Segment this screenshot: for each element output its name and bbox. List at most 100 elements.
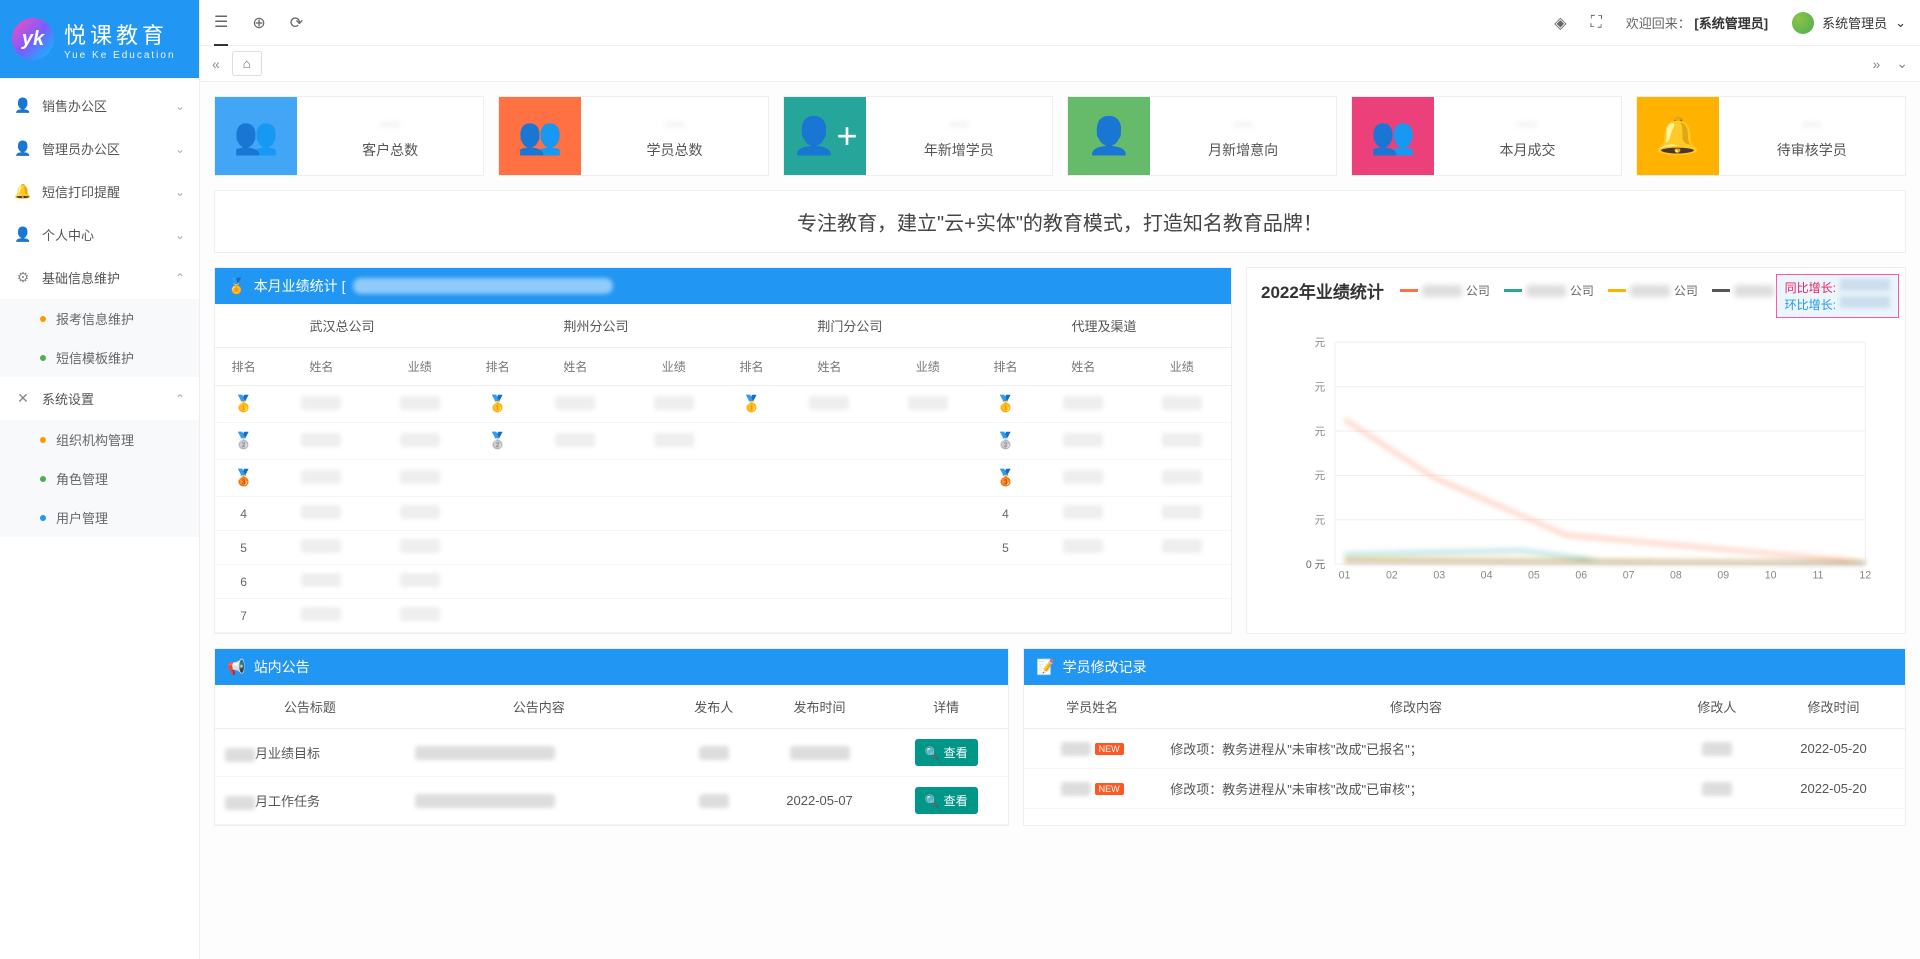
bullhorn-icon: 📢 [227,658,246,676]
table-row: 55 [215,531,1231,565]
col-header: 业绩 [625,348,723,386]
tag-icon[interactable]: ◈ [1554,13,1566,33]
nav: 👤 销售办公区 ⌄ 👤 管理员办公区 ⌄ 🔔 短信打印提醒 ⌄ 👤 个人中心 ⌄… [0,78,199,959]
performance-panel: 🏅 本月业绩统计 [ 武汉总公司荆州分公司荆门分公司代理及渠道 排名姓名业绩排名… [214,267,1232,634]
company-header: 武汉总公司 [215,304,469,348]
new-badge: NEW [1095,783,1124,795]
nav-sub-user[interactable]: 用户管理 [40,498,199,537]
col-header: 公告标题 [215,685,405,729]
rank-cell: 🥇 [723,386,780,423]
company-header: 荆门分公司 [723,304,977,348]
stat-icon: 👤+ [784,97,866,175]
name-cell [1034,423,1132,460]
svg-text:09: 09 [1717,570,1729,582]
nav-baseinfo[interactable]: ⚙ 基础信息维护 ⌃ [0,256,199,299]
stat-card[interactable]: 👥 --- 学员总数 [498,96,768,176]
name-cell [272,497,370,531]
brand-logo[interactable]: yk 悦课教育 Yue Ke Education [0,0,199,78]
nav-label: 系统设置 [42,389,94,408]
menu-toggle-icon[interactable]: ☰ [214,12,228,46]
nav-system[interactable]: ✕ 系统设置 ⌃ [0,377,199,420]
rank-cell: 🥉 [977,460,1034,497]
chevron-down-icon: ⌄ [1895,15,1906,31]
nav-sub-exam-info[interactable]: 报考信息维护 [40,299,199,338]
legend-item[interactable]: 公司 [1400,282,1490,299]
svg-text:04: 04 [1481,570,1493,582]
brand-name-en: Yue Ke Education [64,50,176,61]
nav-label: 销售办公区 [42,96,107,115]
col-header: 排名 [469,348,526,386]
chevron-up-icon: ⌃ [175,392,185,406]
tab-menu-icon[interactable]: ⌄ [1892,51,1912,76]
nav-sub-sms-template[interactable]: 短信模板维护 [40,338,199,377]
rank-cell: 5 [977,531,1034,565]
stat-label: 年新增学员 [924,140,994,160]
ann-content [405,729,673,777]
legend-label: 公司 [1570,282,1594,299]
tab-home[interactable]: ⌂ [232,51,262,76]
legend-item[interactable]: 公司 [1608,282,1698,299]
user-menu[interactable]: 系统管理员 ⌄ [1792,12,1906,34]
stat-card[interactable]: 👥 --- 客户总数 [214,96,484,176]
chart-area: 元元元元元 010203040506070809101112 0 元 [1247,313,1905,613]
user-icon: 👤 [14,140,32,157]
trophy-icon: 🏅 [227,277,246,295]
table-row: 🥇🥇🥇🥇 [215,386,1231,423]
new-badge: NEW [1095,743,1124,755]
nav-label: 个人中心 [42,225,94,244]
nav-profile[interactable]: 👤 个人中心 ⌄ [0,213,199,256]
svg-text:01: 01 [1339,570,1351,582]
nav-sms[interactable]: 🔔 短信打印提醒 ⌄ [0,170,199,213]
nav-sub-role[interactable]: 角色管理 [40,459,199,498]
svg-text:元: 元 [1315,337,1326,349]
rank-cell: 🥇 [977,386,1034,423]
view-button[interactable]: 🔍查看 [915,787,978,814]
col-header: 业绩 [371,348,469,386]
stat-icon: 👤 [1068,97,1150,175]
chart-panel: 同比增长: 环比增长: 2022年业绩统计 公司公司公司道 [1246,267,1906,634]
name-cell [1034,460,1132,497]
stat-label: 学员总数 [646,140,702,160]
nav-sub-org[interactable]: 组织机构管理 [40,420,199,459]
fullscreen-icon[interactable]: ⛶ [1591,14,1602,32]
growth-box: 同比增长: 环比增长: [1776,274,1899,318]
sliders-icon: ✕ [14,390,32,407]
refresh-icon[interactable]: ⟳ [290,13,303,33]
svg-text:03: 03 [1433,570,1445,582]
log-panel: 📝 学员修改记录 学员姓名修改内容修改人修改时间 NEW 修改项：教务进程从"未… [1023,648,1906,826]
nav-admin[interactable]: 👤 管理员办公区 ⌄ [0,127,199,170]
name-cell [272,460,370,497]
stat-card[interactable]: 👤+ --- 年新增学员 [783,96,1053,176]
log-content: 修改项：教务进程从"未审核"改成"已审核"； [1160,769,1672,809]
tab-prev-icon[interactable]: « [208,52,224,76]
globe-icon[interactable]: ⊕ [252,13,265,33]
stat-icon: 👥 [1352,97,1434,175]
perf-cell [1133,423,1232,460]
stat-value: --- [949,113,969,136]
perf-cell [371,497,469,531]
chevron-down-icon: ⌄ [175,99,185,113]
stat-label: 月新增意向 [1208,140,1278,160]
stat-card[interactable]: 👥 --- 本月成交 [1351,96,1621,176]
nav-sales[interactable]: 👤 销售办公区 ⌄ [0,84,199,127]
ann-content [405,777,673,825]
stat-value: --- [1802,113,1822,136]
table-row: 月工作任务 2022-05-07 🔍查看 [215,777,1008,825]
stat-card[interactable]: 🔔 --- 待审核学员 [1636,96,1906,176]
stat-label: 待审核学员 [1777,140,1847,160]
legend-item[interactable]: 公司 [1504,282,1594,299]
stat-card[interactable]: 👤 --- 月新增意向 [1067,96,1337,176]
log-student: NEW [1024,729,1160,769]
log-time: 2022-05-20 [1762,729,1905,769]
chevron-down-icon: ⌄ [175,185,185,199]
search-icon: 🔍 [925,794,940,808]
topbar: ☰ ⊕ ⟳ ◈ ⛶ 欢迎回来： [系统管理员] 系统管理员 ⌄ [200,0,1920,46]
perf-cell [879,386,977,423]
col-header: 排名 [215,348,272,386]
svg-text:元: 元 [1315,426,1326,438]
view-button[interactable]: 🔍查看 [915,739,978,766]
panel-title: 本月业绩统计 [ [254,276,346,296]
tab-next-icon[interactable]: » [1868,52,1884,76]
col-header: 公告内容 [405,685,673,729]
name-cell [272,599,370,633]
